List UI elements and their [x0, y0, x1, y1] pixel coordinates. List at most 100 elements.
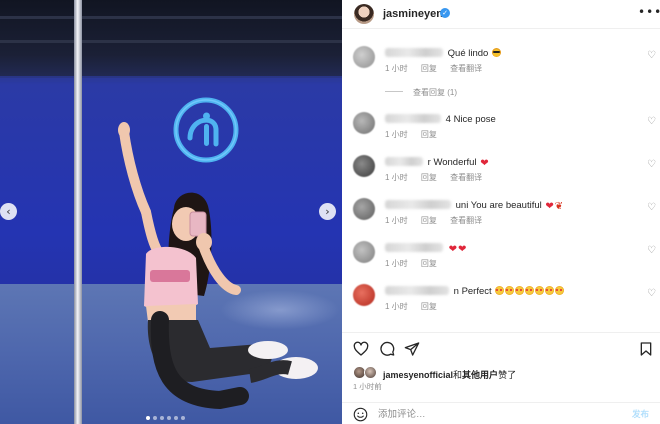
- paper-plane-icon[interactable]: [404, 341, 420, 357]
- comment-item: 4 Nice pose 1 小时 回复 ♡: [342, 112, 660, 152]
- heart-outline-icon[interactable]: [353, 341, 369, 357]
- translate-button[interactable]: 查看翻译: [450, 216, 482, 225]
- chevron-right-icon: ›: [325, 205, 330, 218]
- view-replies-button[interactable]: 查看回复 (1): [385, 87, 457, 98]
- comment-time: 1 小时: [385, 130, 408, 139]
- comment-bubble-icon[interactable]: [379, 341, 395, 357]
- star-struck-icon: [535, 286, 545, 295]
- reply-button[interactable]: 回复: [421, 216, 437, 225]
- post-actions: [342, 332, 660, 364]
- avatar[interactable]: [353, 46, 375, 68]
- comment-time: 1 小时: [385, 259, 408, 268]
- heart-outline-icon[interactable]: ♡: [647, 116, 656, 127]
- dance-pole: [74, 0, 82, 424]
- carousel-dot: [181, 416, 185, 420]
- blurred-username: [385, 157, 423, 166]
- star-struck-icon: [545, 286, 555, 295]
- comment-body: r Wonderful: [427, 157, 477, 168]
- comment-body: 4 Nice pose: [445, 114, 496, 125]
- ceiling-beam: [0, 40, 342, 43]
- post-photo[interactable]: ‹ ›: [0, 0, 342, 424]
- comment-time: 1 小时: [385, 64, 408, 73]
- translate-button[interactable]: 查看翻译: [450, 64, 482, 73]
- red-heart-icon: ❤: [448, 244, 458, 255]
- blurred-username: [385, 114, 441, 123]
- liked-by-others[interactable]: 其他用户: [462, 370, 498, 380]
- red-heart-icon: ❤: [545, 201, 554, 212]
- reply-button[interactable]: 回复: [421, 302, 437, 311]
- view-replies-label: 查看回复 (1): [413, 88, 457, 97]
- comment-item: uni You are beautiful ❤❦ 1 小时 回复 查看翻译 ♡: [342, 198, 660, 238]
- comment-meta: 1 小时 回复 查看翻译: [385, 172, 493, 183]
- heart-outline-icon[interactable]: ♡: [647, 50, 656, 61]
- translate-button[interactable]: 查看翻译: [450, 173, 482, 182]
- rose-heart-icon: ❦: [554, 201, 564, 212]
- star-struck-icon: [525, 286, 535, 295]
- smiling-face-with-sunglasses-icon: [491, 48, 501, 57]
- post-comment-button[interactable]: 发布: [632, 408, 649, 420]
- heart-outline-icon[interactable]: ♡: [647, 245, 656, 256]
- red-heart-icon: ❤: [458, 244, 467, 255]
- comment-body: Qué lindo: [447, 48, 489, 59]
- carousel-next-button[interactable]: ›: [319, 203, 336, 220]
- comment-body: uni You are beautiful: [455, 200, 542, 211]
- carousel-dot: [174, 416, 178, 420]
- comment-time: 1 小时: [385, 216, 408, 225]
- wall-edge: [0, 76, 342, 82]
- liked-by-text: jamesyenofficial和其他用户赞了: [383, 368, 516, 381]
- comment-text: r Wonderful ❤: [385, 157, 489, 169]
- blurred-username: [385, 48, 443, 57]
- post-side-panel: jasmineyen ✓ ••• Qué lindo 1 小时 回复 查看翻译 …: [342, 0, 660, 424]
- avatar[interactable]: [353, 112, 375, 134]
- star-struck-icon: [555, 286, 565, 295]
- avatar[interactable]: [353, 155, 375, 177]
- liked-by-account[interactable]: jamesyenofficial: [383, 370, 453, 380]
- comment-text: 4 Nice pose: [385, 114, 496, 125]
- post-header: jasmineyen ✓ •••: [342, 0, 660, 29]
- star-struck-icon: [505, 286, 515, 295]
- star-struck-icon: [495, 286, 505, 295]
- ceiling: [0, 0, 342, 78]
- heart-outline-icon[interactable]: ♡: [647, 202, 656, 213]
- blurred-username: [385, 243, 443, 252]
- red-heart-icon: ❤: [480, 158, 489, 169]
- star-struck-icon: [515, 286, 525, 295]
- chevron-left-icon: ‹: [6, 205, 11, 218]
- more-horizontal-icon[interactable]: •••: [638, 5, 660, 19]
- carousel-indicator: [146, 416, 185, 420]
- comment-list[interactable]: Qué lindo 1 小时 回复 查看翻译 ♡ 查看回复 (1) 4 Nice…: [342, 29, 660, 332]
- comment-meta: 1 小时 回复: [385, 129, 448, 140]
- avatar[interactable]: [353, 284, 375, 306]
- heart-outline-icon[interactable]: ♡: [647, 159, 656, 170]
- carousel-prev-button[interactable]: ‹: [0, 203, 17, 220]
- liked-by-row[interactable]: jamesyenofficial和其他用户赞了: [342, 364, 660, 380]
- post-timestamp: 1 小时前: [353, 382, 382, 391]
- comment-text: n Perfect: [385, 286, 565, 297]
- comment-meta: 1 小时 回复: [385, 258, 448, 269]
- comment-item: Qué lindo 1 小时 回复 查看翻译 ♡ 查看回复 (1): [342, 46, 660, 97]
- comment-item: ❤❤ 1 小时 回复 ♡: [342, 241, 660, 281]
- comment-text: Qué lindo: [385, 48, 501, 59]
- liked-by-suffix: 赞了: [498, 370, 517, 380]
- post-username[interactable]: jasmineyen: [383, 8, 443, 20]
- avatar[interactable]: [353, 198, 375, 220]
- comment-meta: 1 小时 回复 查看翻译: [385, 215, 493, 226]
- reply-button[interactable]: 回复: [421, 173, 437, 182]
- comment-meta: 1 小时 回复: [385, 301, 448, 312]
- heart-outline-icon[interactable]: ♡: [647, 288, 656, 299]
- bookmark-icon[interactable]: [638, 341, 654, 357]
- reply-button[interactable]: 回复: [421, 130, 437, 139]
- reply-button[interactable]: 回复: [421, 259, 437, 268]
- blurred-username: [385, 200, 451, 209]
- comment-text: ❤❤: [385, 243, 466, 255]
- divider: [385, 91, 403, 92]
- avatar[interactable]: [353, 241, 375, 263]
- reply-button[interactable]: 回复: [421, 64, 437, 73]
- avatar[interactable]: [354, 4, 374, 24]
- comment-input[interactable]: [378, 406, 608, 422]
- woman-figure: [118, 122, 318, 410]
- carousel-dot: [146, 416, 150, 420]
- emoji-smile-icon[interactable]: [353, 407, 368, 422]
- add-comment-bar: 发布: [342, 402, 660, 424]
- carousel-dot: [167, 416, 171, 420]
